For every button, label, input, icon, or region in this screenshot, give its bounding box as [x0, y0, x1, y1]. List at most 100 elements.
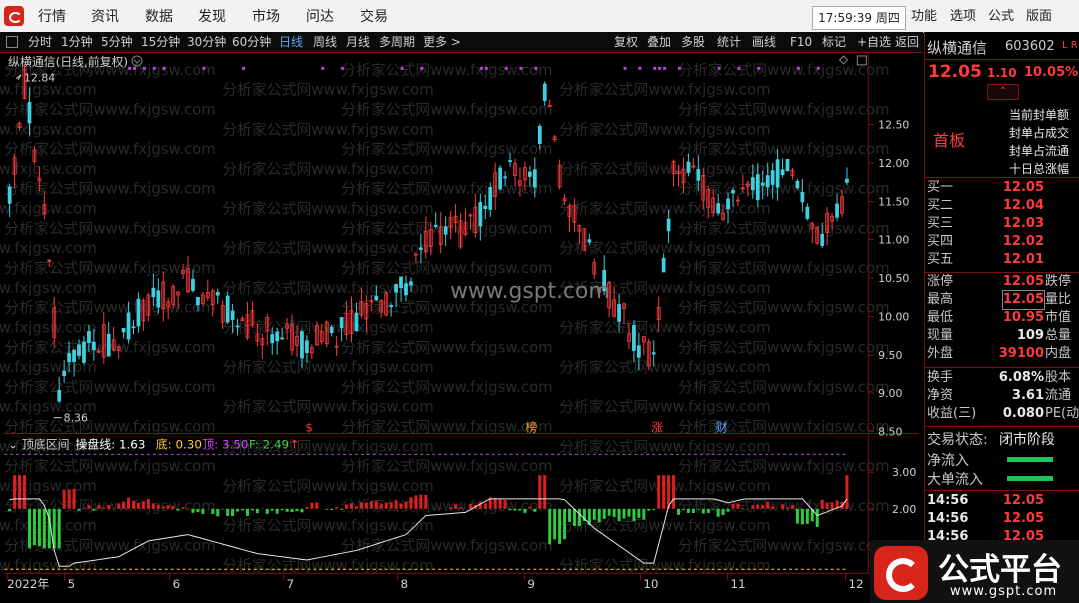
kline-chart[interactable]: 分析家公式网www.fxjgsw.com 分析家公式网www.fxjgsw.com…	[0, 53, 923, 598]
menu-gongshi[interactable]: 公式	[988, 0, 1014, 32]
action-huaxian[interactable]: 画线	[752, 32, 776, 52]
menu-faxian[interactable]: 发现	[198, 0, 226, 32]
candle-body	[617, 304, 621, 322]
event-dot	[484, 66, 488, 70]
stat-row-tail: 内盘	[1045, 346, 1072, 361]
indicator-bar-down	[592, 508, 596, 520]
event-dot	[341, 66, 345, 70]
menu-xuanxiang[interactable]: 选项	[950, 0, 976, 32]
action-fuquan[interactable]: 复权	[614, 32, 638, 52]
menu-hangqing[interactable]: 行情	[38, 0, 66, 32]
menu-zixun[interactable]: 资讯	[91, 0, 119, 32]
bid-row: 买五 12.01	[925, 251, 1079, 269]
indicator-bar-up	[18, 475, 22, 509]
period-60min[interactable]: 60分钟	[232, 32, 271, 52]
app-logo-icon[interactable]	[4, 6, 24, 26]
action-diejia[interactable]: 叠加	[647, 32, 671, 52]
menu-shuju[interactable]: 数据	[145, 0, 173, 32]
indicator-bar-up	[156, 504, 160, 509]
candle-body	[532, 169, 537, 188]
watermark-text: 分析家公式网www.fxjgsw.com	[222, 160, 434, 178]
period-multi[interactable]: 多周期	[379, 32, 415, 52]
indicator-bar-up	[845, 475, 849, 509]
action-zixuan[interactable]: +自选	[857, 32, 891, 52]
indicator-bar-down	[201, 508, 205, 514]
watermark-text: 分析家公式网www.fxjgsw.com	[678, 140, 890, 158]
action-tongji[interactable]: 统计	[717, 32, 741, 52]
candle-body	[329, 326, 334, 333]
menu-jiaoyi[interactable]: 交易	[360, 0, 388, 32]
price-tick-label: 12.00	[878, 157, 909, 170]
indicator-bar-down	[726, 508, 730, 512]
indicator-bar-down	[290, 508, 294, 512]
note-3: 封单占流通	[1009, 144, 1070, 158]
indicator-bar-down	[340, 508, 344, 510]
candle-body	[131, 326, 136, 329]
candle-body	[87, 331, 91, 344]
bid-row-value: 12.01	[1002, 252, 1044, 267]
indicator-bar-down	[275, 508, 279, 514]
indicator-expand-icon[interactable]: ⌄	[8, 437, 18, 451]
fin-row: 净资 3.61 流通	[925, 387, 1079, 405]
indicator-bar-up	[478, 501, 482, 509]
indicator-bar-up	[72, 489, 76, 509]
candle-body	[488, 187, 493, 210]
period-15min[interactable]: 15分钟	[141, 32, 180, 52]
watermark-text: 分析家公式网www.fxjgsw.com	[678, 100, 890, 118]
period-daily[interactable]: 日线	[279, 32, 303, 52]
indicator-bar-up	[379, 503, 383, 509]
period-5min[interactable]: 5分钟	[101, 32, 133, 52]
indicator-bar-up	[790, 505, 794, 509]
bid-row: 买二 12.04	[925, 197, 1079, 215]
action-duogu[interactable]: 多股	[681, 32, 705, 52]
menu-wenda[interactable]: 问达	[306, 0, 334, 32]
watermark-text: 分析家公式网www.fxjgsw.com	[341, 100, 553, 118]
indicator-bar-up	[503, 499, 507, 509]
action-biaoji[interactable]: 标记	[822, 32, 846, 52]
action-fanhui[interactable]: 返回	[895, 32, 919, 52]
watermark-text: 分析家公式网www.fxjgsw.com	[0, 120, 97, 138]
period-30min[interactable]: 30分钟	[187, 32, 226, 52]
watermark-text: 分析家公式网www.fxjgsw.com	[4, 219, 216, 237]
tick-row: 14:56 12.05	[925, 492, 1079, 510]
candle-body	[760, 182, 765, 186]
candle-body	[57, 390, 62, 402]
period-monthly[interactable]: 月线	[346, 32, 370, 52]
high-price-label: 12.84	[24, 72, 55, 85]
net-inflow-label: 净流入	[927, 453, 969, 469]
candle-body	[542, 83, 547, 101]
menu-banmian[interactable]: 版面	[1026, 0, 1052, 32]
collapse-arrow-icon[interactable]: ⌃	[987, 84, 1019, 100]
indicator-bar-down	[533, 508, 537, 512]
candle-body	[755, 174, 760, 201]
indicator-bar-up	[13, 475, 17, 509]
stat-row-value: 39100	[998, 346, 1044, 361]
candle-body	[404, 283, 408, 296]
indicator-bar-down	[42, 508, 46, 549]
candle-body	[339, 317, 344, 328]
indicator-bar-down	[236, 508, 240, 512]
period-more[interactable]: 更多 >	[423, 32, 461, 52]
indicator-bar-down	[706, 508, 710, 513]
action-f10[interactable]: F10	[790, 32, 812, 52]
menu-shichang[interactable]: 市场	[252, 0, 280, 32]
indicator-bar-down	[508, 508, 512, 511]
indicator-bar-down	[681, 508, 685, 510]
indicator-bar-down	[77, 508, 81, 511]
period-weekly[interactable]: 周线	[313, 32, 337, 52]
period-1min[interactable]: 1分钟	[61, 32, 93, 52]
x-tick-label: 11	[731, 577, 746, 591]
candle-body	[409, 281, 413, 286]
event-dot	[663, 66, 667, 70]
indicator-bar-up	[756, 504, 760, 509]
stat-row: 外盘 39100 内盘	[925, 345, 1079, 363]
indicator-bar-up	[364, 502, 368, 509]
indicator-bar-down	[523, 508, 527, 513]
collapse-icon[interactable]	[6, 36, 18, 48]
indicator-bar-down	[548, 508, 552, 545]
price-change: 1.10	[987, 66, 1017, 80]
watermark-text: 分析家公式网www.fxjgsw.com	[0, 200, 97, 218]
period-fenshi[interactable]: 分时	[28, 32, 52, 52]
menu-gongneng[interactable]: 功能	[911, 0, 937, 32]
indicator-bar-down	[270, 508, 274, 511]
